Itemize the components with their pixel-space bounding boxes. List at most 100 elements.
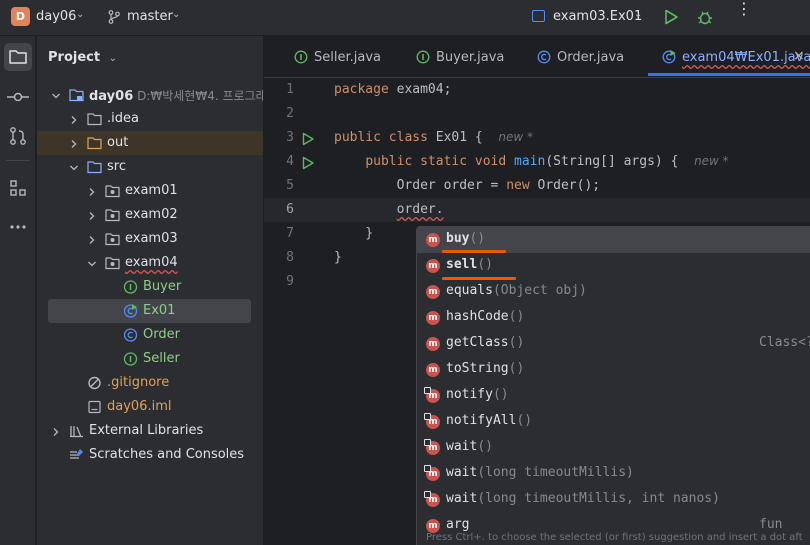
run-config-selector[interactable]: exam03.Ex01: [553, 9, 642, 24]
completion-item-equals[interactable]: m equals(Object obj): [417, 279, 810, 305]
completion-item-text: getClass(): [446, 335, 525, 350]
chevron-down-icon[interactable]: ⌄: [109, 53, 117, 64]
completion-item-notify[interactable]: m notify(): [417, 383, 810, 409]
code-line-3[interactable]: public class Ex01 { new *: [334, 130, 533, 145]
run-icon[interactable]: [662, 8, 680, 26]
interface-icon: [416, 50, 430, 64]
code-line-6[interactable]: order.: [334, 202, 444, 217]
tree-node-day06-iml[interactable]: day06.iml: [37, 395, 263, 419]
close-icon[interactable]: ×: [793, 48, 805, 64]
tab-label: Order.java: [557, 50, 625, 65]
tree-node-idea[interactable]: .idea: [37, 107, 263, 131]
chevron-right-icon[interactable]: [87, 234, 97, 244]
completion-item-text: notify(): [446, 387, 509, 402]
iml-file-icon: [87, 400, 102, 414]
protected-method-icon: m: [424, 413, 440, 429]
completion-item-wait[interactable]: m wait(long timeoutMillis): [417, 461, 810, 487]
tree-node-label: .gitignore: [107, 375, 170, 390]
tab-label: Buyer.java: [436, 50, 505, 65]
completion-item-getClass[interactable]: m getClass() Class<?: [417, 331, 810, 357]
code-line-5[interactable]: Order order = new Order();: [334, 178, 601, 193]
line-number: 3: [286, 130, 294, 145]
run-class-gutter-icon[interactable]: [301, 132, 315, 146]
completion-item-hashCode[interactable]: m hashCode(): [417, 305, 810, 331]
ellipsis-icon: [10, 225, 26, 229]
interface-icon: [123, 280, 138, 294]
chevron-down-icon[interactable]: [87, 258, 97, 268]
tree-node-exam03[interactable]: exam03: [37, 227, 263, 251]
code-line-8[interactable]: }: [334, 250, 342, 265]
completion-item-text: notifyAll(): [446, 413, 533, 428]
run-main-gutter-icon[interactable]: [301, 156, 315, 170]
completion-item-sell[interactable]: m sell(): [417, 253, 810, 279]
tree-node-order[interactable]: Order: [37, 323, 263, 347]
method-icon: m: [426, 233, 440, 247]
chevron-right-icon[interactable]: [69, 138, 79, 148]
package-icon: [105, 256, 120, 270]
tree-node-gitignore[interactable]: .gitignore: [37, 371, 263, 395]
module-folder-icon: [69, 88, 84, 102]
chevron-down-icon[interactable]: ⌄: [172, 9, 180, 20]
tree-node-seller[interactable]: Seller: [37, 347, 263, 371]
completion-item-toString[interactable]: m toString(): [417, 357, 810, 383]
completion-item-notifyAll[interactable]: m notifyAll(): [417, 409, 810, 435]
highlight-mark: [442, 277, 516, 280]
folder-orange-icon: [87, 136, 102, 150]
tree-node-label: Ex01: [143, 303, 176, 318]
project-panel-title[interactable]: Project ⌄: [48, 50, 117, 65]
interface-icon: [123, 352, 138, 366]
protected-method-icon: m: [424, 387, 440, 403]
tree-node-label: out: [107, 135, 129, 150]
project-tool-button[interactable]: [4, 43, 32, 71]
git-branch-icon: [108, 10, 120, 24]
project-badge[interactable]: D: [11, 7, 30, 26]
completion-item-wait[interactable]: m wait(): [417, 435, 810, 461]
class-icon: [123, 328, 138, 342]
code-line-1[interactable]: package exam04;: [334, 82, 451, 97]
tree-node-day06[interactable]: day06 D:₩박세현₩4. 프로그래: [37, 83, 263, 107]
libraries-icon: [69, 424, 84, 438]
method-icon: m: [426, 285, 440, 299]
tree-node-out[interactable]: out: [37, 131, 263, 155]
debug-icon[interactable]: [696, 8, 714, 26]
tree-node-external-libraries[interactable]: External Libraries: [37, 419, 263, 443]
tree-node-exam01[interactable]: exam01: [37, 179, 263, 203]
commit-tool-button[interactable]: [4, 83, 32, 111]
completion-item-text: buy(): [446, 231, 486, 246]
chevron-right-icon[interactable]: [51, 426, 61, 436]
tree-node-src[interactable]: src: [37, 155, 263, 179]
pull-requests-tool-button[interactable]: [4, 122, 32, 150]
line-number: 5: [286, 178, 294, 193]
tree-node-label: exam04: [125, 255, 178, 270]
completion-item-type: fun: [759, 517, 783, 532]
protected-method-icon: m: [424, 465, 440, 481]
completion-item-wait[interactable]: m wait(long timeoutMillis, int nanos): [417, 487, 810, 513]
chevron-right-icon[interactable]: [87, 186, 97, 196]
tree-node-exam04[interactable]: exam04: [37, 251, 263, 275]
tree-node-label: src: [107, 159, 126, 174]
project-panel: Project ⌄ day06 D:₩박세현₩4. 프로그래 .idea out sr…: [37, 36, 263, 545]
chevron-right-icon[interactable]: [87, 210, 97, 220]
structure-tool-button[interactable]: [4, 174, 32, 202]
chevron-right-icon[interactable]: [69, 114, 79, 124]
vcs-branch-label[interactable]: master: [127, 9, 173, 24]
source-folder-icon: [87, 160, 102, 174]
tree-node-scratches-and-consoles[interactable]: Scratches and Consoles: [37, 443, 263, 467]
completion-item-text: toString(): [446, 361, 525, 376]
tree-node-buyer[interactable]: Buyer: [37, 275, 263, 299]
more-tools-button[interactable]: [4, 213, 32, 241]
title-bar: D day06 ⌄ master ⌄ exam03.Ex01 ⌄ ⋮: [0, 0, 810, 36]
code-line-7[interactable]: }: [334, 226, 373, 241]
chevron-down-icon[interactable]: ⌄: [634, 9, 642, 20]
code-line-4[interactable]: public static void main(String[] args) {…: [334, 154, 728, 169]
tree-node-ex01[interactable]: Ex01: [48, 299, 251, 323]
tree-node-exam02[interactable]: exam02: [37, 203, 263, 227]
chevron-down-icon[interactable]: [69, 162, 79, 172]
more-actions-icon[interactable]: ⋮: [736, 1, 752, 17]
chevron-down-icon[interactable]: [51, 90, 61, 100]
chevron-down-icon[interactable]: ⌄: [76, 9, 84, 20]
folder-icon: [9, 50, 27, 64]
protected-method-icon: m: [424, 491, 440, 507]
method-icon: m: [426, 363, 440, 377]
project-name[interactable]: day06: [36, 9, 76, 24]
